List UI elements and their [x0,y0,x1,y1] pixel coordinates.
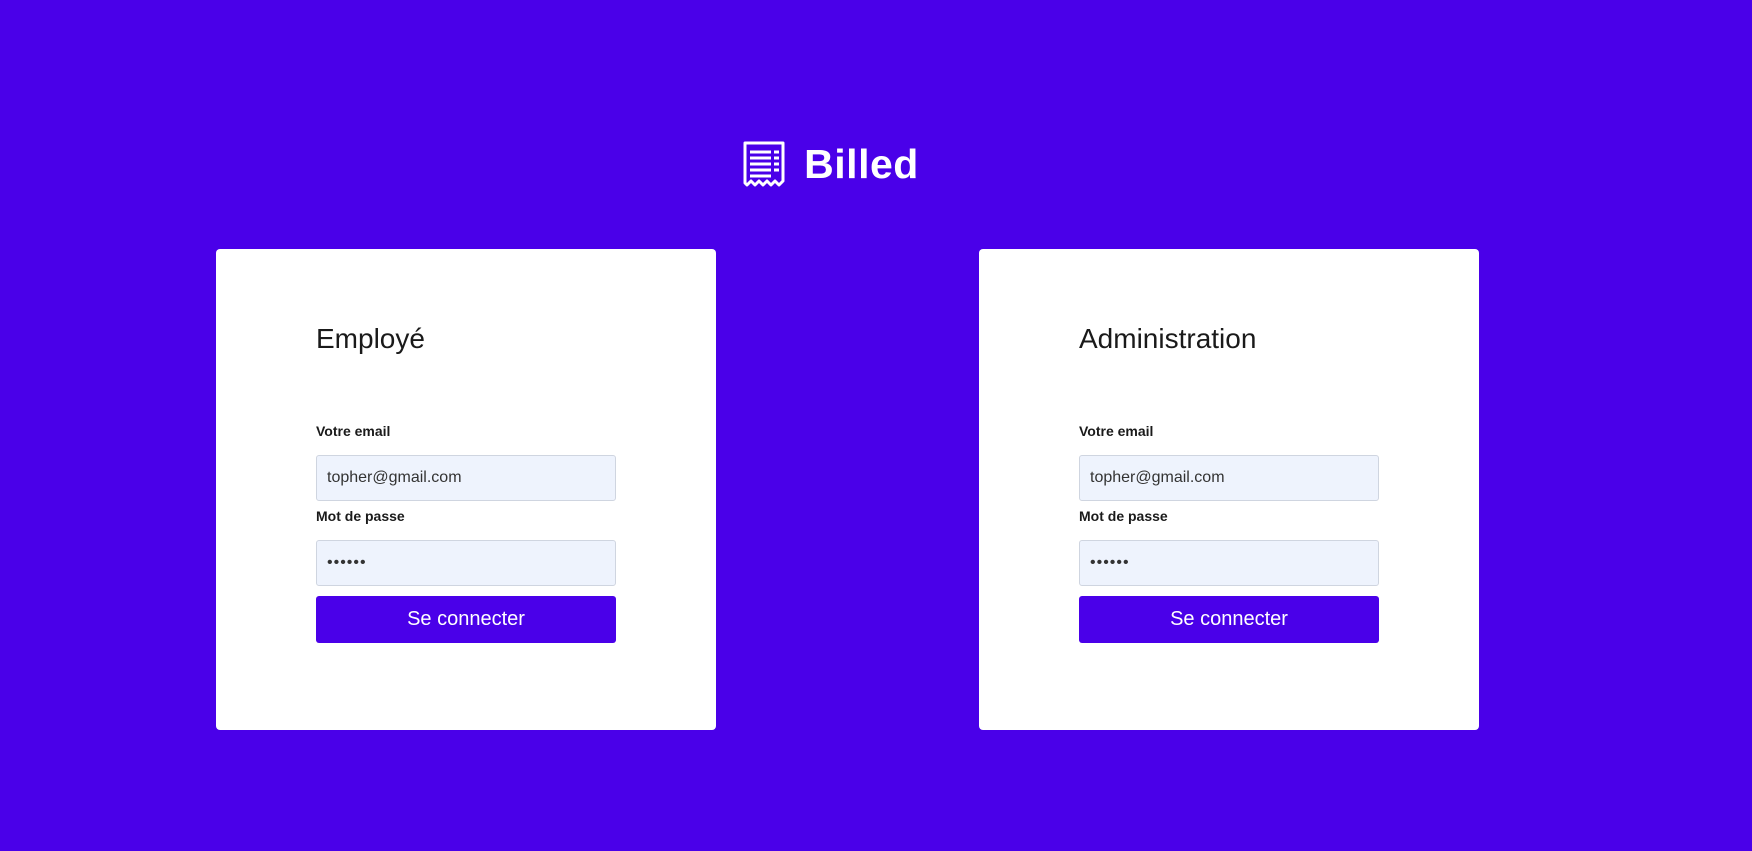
admin-card-title: Administration [1079,323,1257,354]
employee-login-button[interactable]: Se connecter [316,596,616,643]
employee-card-title: Employé [316,323,425,354]
employee-email-label: Votre email [316,423,391,439]
app-header: Billed [0,140,1752,188]
admin-login-button[interactable]: Se connecter [1079,596,1379,643]
admin-email-input[interactable] [1079,455,1379,501]
admin-password-label: Mot de passe [1079,508,1168,524]
admin-password-input[interactable] [1079,540,1379,586]
employee-login-card: Employé Votre email Mot de passe Se conn… [216,249,716,730]
employee-password-input[interactable] [316,540,616,586]
admin-email-label: Votre email [1079,423,1154,439]
admin-login-card: Administration Votre email Mot de passe … [979,249,1479,730]
employee-email-input[interactable] [316,455,616,501]
employee-password-label: Mot de passe [316,508,405,524]
receipt-icon [742,141,786,187]
app-title: Billed [804,140,919,187]
